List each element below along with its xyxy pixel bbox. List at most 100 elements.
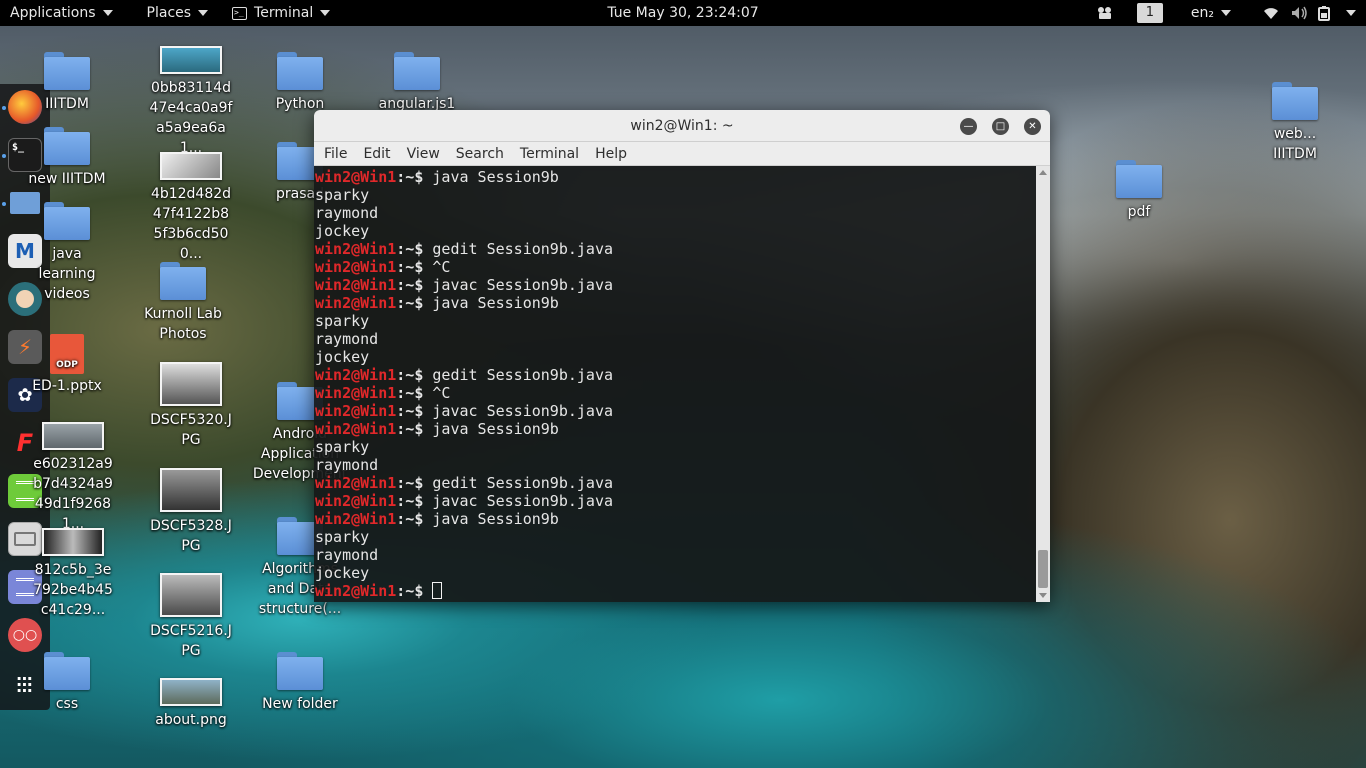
prompt-dir: :~$ xyxy=(396,258,433,276)
terminal-line: win2@Win1:~$ gedit Session9b.java xyxy=(315,366,1036,384)
screencast-icon[interactable] xyxy=(1089,0,1121,26)
terminal-line: win2@Win1:~$ gedit Session9b.java xyxy=(315,240,1036,258)
minimize-button[interactable]: — xyxy=(960,118,977,135)
terminal-line: jockey xyxy=(315,222,1036,240)
desktop-icon-python[interactable]: Python xyxy=(245,52,355,114)
close-button[interactable]: ✕ xyxy=(1024,118,1041,135)
keyboard-layout[interactable]: en₂ xyxy=(1171,0,1239,26)
desktop-icon-pdf[interactable]: pdf xyxy=(1084,160,1194,222)
desktop-icon-kurnoll-photos[interactable]: Kurnoll Lab Photos xyxy=(128,262,238,344)
terminal-icon: >_ xyxy=(232,6,248,20)
prompt-user: win2@Win1 xyxy=(315,474,397,492)
desktop-icon-web-iiitdm[interactable]: web... IIITDM xyxy=(1240,82,1350,164)
terminal-window[interactable]: win2@Win1: ~ — □ ✕ File Edit View Search… xyxy=(314,110,1050,602)
desktop-icon-label: web... IIITDM xyxy=(1273,126,1317,162)
terminal-line: sparky xyxy=(315,312,1036,330)
desktop-icon-new-folder[interactable]: New folder xyxy=(245,652,355,714)
terminal-menubar: File Edit View Search Terminal Help xyxy=(314,142,1050,166)
output-text: raymond xyxy=(315,456,379,474)
battery-icon[interactable] xyxy=(1313,0,1337,26)
chevron-down-icon xyxy=(1346,10,1356,16)
top-panel: Applications Places >_ Terminal Tue May 3… xyxy=(0,0,1366,26)
prompt-dir: :~$ xyxy=(396,492,433,510)
menu-help[interactable]: Help xyxy=(587,142,635,166)
desktop-icon-image-4b12[interactable]: 4b12d482d47f4122b85f3b6cd500... xyxy=(136,152,246,264)
terminal-app-label: Terminal xyxy=(254,5,314,21)
desktop-icon-iiitdm[interactable]: IIITDM xyxy=(12,52,122,114)
desktop-icon-new-iiitdm[interactable]: new IIITDM xyxy=(12,127,122,189)
desktop-icon-image-812c[interactable]: 812c5b_3e792be4b45c41c29... xyxy=(18,528,128,620)
volume-icon[interactable] xyxy=(1287,0,1313,26)
window-titlebar[interactable]: win2@Win1: ~ — □ ✕ xyxy=(314,110,1050,142)
menu-edit[interactable]: Edit xyxy=(355,142,398,166)
prompt-user: win2@Win1 xyxy=(315,276,397,294)
command-text: java Session9b xyxy=(432,168,559,186)
folder-icon xyxy=(1116,160,1162,198)
clock-label[interactable]: Tue May 30, 23:24:07 xyxy=(607,5,758,21)
menu-terminal[interactable]: Terminal xyxy=(512,142,587,166)
desktop-icon-java-videos[interactable]: java learning videos xyxy=(12,202,122,304)
folder-icon xyxy=(277,652,323,690)
desktop-icon-pptx[interactable]: ODP ED-1.pptx xyxy=(12,334,122,396)
terminal-line: win2@Win1:~$ ^C xyxy=(315,258,1036,276)
desktop-icon-image-e602[interactable]: e602312a9b7d4324a949d1f92681... xyxy=(18,422,128,534)
desktop-icon-label: pdf xyxy=(1127,204,1151,220)
output-text: raymond xyxy=(315,204,379,222)
prompt-dir: :~$ xyxy=(396,420,433,438)
image-thumbnail-icon xyxy=(160,46,222,74)
prompt-dir: :~$ xyxy=(396,474,433,492)
desktop-icon-dscf5328[interactable]: DSCF5328.JPG xyxy=(136,468,246,556)
desktop-icon-dscf5320[interactable]: DSCF5320.JPG xyxy=(136,362,246,450)
prompt-user: win2@Win1 xyxy=(315,258,397,276)
output-text: raymond xyxy=(315,330,379,348)
scroll-down-icon[interactable] xyxy=(1039,593,1047,598)
applications-menu[interactable]: Applications xyxy=(0,0,123,26)
desktop-icon-label: IIITDM xyxy=(45,96,89,112)
menu-view[interactable]: View xyxy=(399,142,448,166)
scrollbar-thumb[interactable] xyxy=(1038,550,1048,588)
running-indicator xyxy=(2,202,6,206)
output-text: sparky xyxy=(315,438,370,456)
desktop-icon-label: new IIITDM xyxy=(28,171,106,187)
desktop-icon-label: 4b12d482d47f4122b85f3b6cd500... xyxy=(150,186,232,262)
output-text: raymond xyxy=(315,546,379,564)
desktop-icon-label: DSCF5216.JPG xyxy=(150,623,232,659)
terminal-line: sparky xyxy=(315,528,1036,546)
reader-icon[interactable]: ○○ xyxy=(8,618,42,652)
workspace-indicator[interactable]: 1 xyxy=(1121,0,1171,26)
desktop-icon-label: DSCF5320.JPG xyxy=(150,412,232,448)
desktop-icon-dscf5216[interactable]: DSCF5216.JPG xyxy=(136,573,246,661)
menu-search[interactable]: Search xyxy=(448,142,512,166)
system-menu[interactable] xyxy=(1337,0,1366,26)
desktop-icon-about-png[interactable]: about.png xyxy=(136,678,246,730)
scroll-up-icon[interactable] xyxy=(1039,170,1047,175)
command-text: gedit Session9b.java xyxy=(432,366,614,384)
workspace-number: 1 xyxy=(1136,3,1163,23)
prompt-user: win2@Win1 xyxy=(315,240,397,258)
desktop-icon-angular[interactable]: angular.js1 xyxy=(362,52,472,114)
prompt-user: win2@Win1 xyxy=(315,402,397,420)
terminal-app-menu[interactable]: >_ Terminal xyxy=(222,0,340,26)
terminal-line: win2@Win1:~$ javac Session9b.java xyxy=(315,402,1036,420)
desktop-icon-label: ED-1.pptx xyxy=(32,378,102,394)
folder-icon xyxy=(44,52,90,90)
prompt-user: win2@Win1 xyxy=(315,510,397,528)
terminal-line: win2@Win1:~$ java Session9b xyxy=(315,294,1036,312)
image-thumbnail-icon xyxy=(42,528,104,556)
menu-file[interactable]: File xyxy=(316,142,355,166)
running-indicator xyxy=(2,106,6,110)
places-menu[interactable]: Places xyxy=(137,0,219,26)
chevron-down-icon xyxy=(1221,10,1231,16)
command-text: java Session9b xyxy=(432,510,559,528)
desktop-icon-label: 0bb83114d47e4ca0a9fa5a9ea6a1... xyxy=(149,80,233,156)
terminal-output[interactable]: win2@Win1:~$ java Session9b sparky raymond… xyxy=(314,166,1036,602)
prompt-dir: :~$ xyxy=(396,510,433,528)
desktop-icon-image-0bb8[interactable]: 0bb83114d47e4ca0a9fa5a9ea6a1... xyxy=(136,46,246,158)
applications-label: Applications xyxy=(10,5,96,21)
chevron-down-icon xyxy=(320,10,331,16)
wifi-icon[interactable] xyxy=(1239,0,1287,26)
system-tray: 1 en₂ xyxy=(1089,0,1366,26)
maximize-button[interactable]: □ xyxy=(992,118,1009,135)
desktop-icon-css[interactable]: css xyxy=(12,652,122,714)
scrollbar[interactable] xyxy=(1036,166,1050,602)
